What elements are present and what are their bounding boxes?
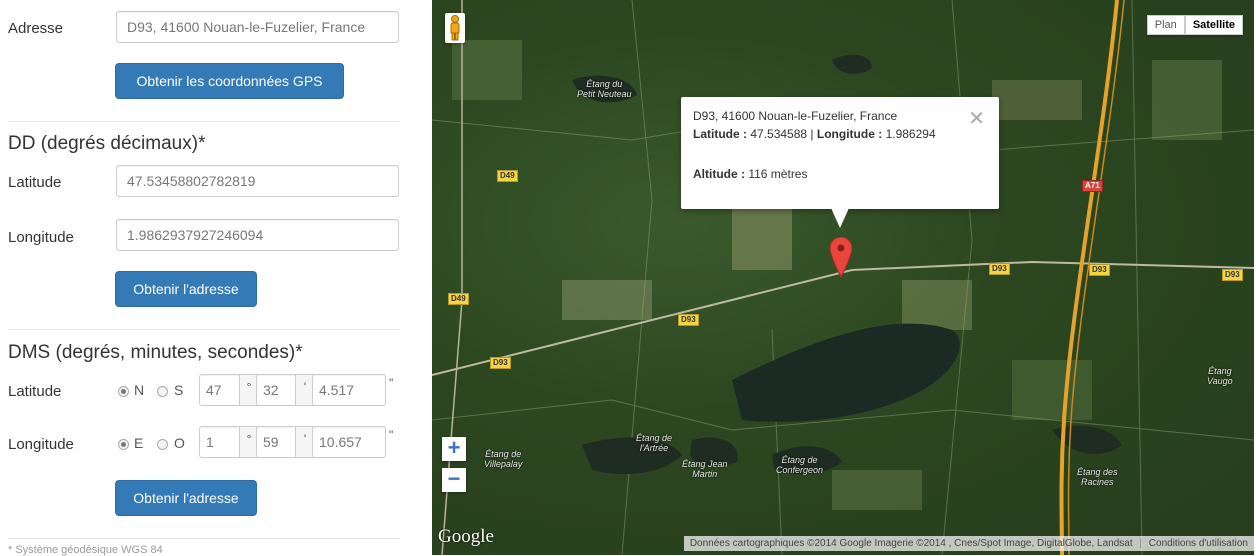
pegman-icon: [450, 15, 460, 41]
radio-north[interactable]: [118, 386, 129, 397]
info-coordinates: Latitude : 47.534588 | Longitude : 1.986…: [693, 127, 936, 141]
divider: [8, 121, 400, 122]
dd-get-address-button[interactable]: Obtenir l'adresse: [115, 271, 257, 307]
dms-latitude-seconds-input[interactable]: [312, 374, 386, 406]
dms-longitude-seconds-input[interactable]: [312, 426, 386, 458]
map-marker-icon[interactable]: [830, 237, 852, 277]
info-altitude: Altitude : 116 mètres: [693, 167, 807, 181]
zoom-out-button[interactable]: −: [442, 468, 466, 492]
road-label: A71: [1082, 180, 1103, 192]
street-view-pegman[interactable]: [445, 13, 465, 43]
zoom-in-button[interactable]: +: [442, 437, 466, 461]
dd-heading: DD (degrés décimaux)*: [8, 133, 206, 154]
divider: [8, 538, 400, 539]
radio-south[interactable]: [157, 386, 168, 397]
terms-link[interactable]: Conditions d'utilisation: [1149, 538, 1248, 549]
place-label: Étang de Villepalay: [484, 449, 523, 469]
dms-latitude-degrees-input[interactable]: [199, 374, 241, 406]
dms-longitude-degrees-input[interactable]: [199, 426, 241, 458]
road-label: D93: [490, 357, 511, 369]
info-address: D93, 41600 Nouan-le-Fuzelier, France: [693, 109, 898, 123]
info-separator: |: [810, 127, 814, 141]
close-icon[interactable]: ✕: [968, 106, 985, 131]
place-label: Étang de Confergeon: [776, 455, 824, 475]
divider: |: [1139, 538, 1143, 549]
lake: [732, 323, 960, 422]
divider: [8, 329, 400, 330]
info-altitude-label: Altitude :: [693, 167, 745, 181]
road-label: D93: [678, 314, 699, 326]
dd-longitude-label: Longitude: [8, 229, 74, 246]
second-unit: ": [389, 428, 394, 442]
info-window: D93, 41600 Nouan-le-Fuzelier, France Lat…: [681, 97, 999, 228]
place-label: Étang de l'Artrée: [636, 433, 673, 453]
field-patch: [902, 280, 972, 330]
radio-south-label: S: [174, 382, 184, 398]
info-latitude-value: 47.534588: [750, 127, 808, 141]
second-unit: ": [389, 376, 394, 390]
address-label: Adresse: [8, 20, 64, 37]
field-patch: [992, 80, 1082, 120]
get-gps-coordinates-button[interactable]: Obtenir les coordonnées GPS: [115, 63, 344, 99]
map-type-control: Plan Satellite: [1146, 15, 1243, 35]
field-patch: [562, 280, 652, 320]
place-label: Étang du Petit Neuteau: [577, 79, 632, 99]
road-label: D93: [1222, 269, 1243, 281]
place-label: Étang des Racines: [1077, 467, 1118, 487]
coordinates-form-panel: Adresse Obtenir les coordonnées GPS DD (…: [0, 0, 410, 556]
satellite-imagery: [432, 0, 1254, 555]
dd-latitude-label: Latitude: [8, 174, 62, 191]
map-type-satellite-button[interactable]: Satellite: [1184, 15, 1243, 35]
info-latitude-label: Latitude :: [693, 127, 747, 141]
place-label: Étang Vaugo: [1207, 366, 1233, 386]
map-type-plan-button[interactable]: Plan: [1146, 15, 1185, 35]
satellite-map[interactable]: Étang du Petit Neuteau Étang de Villepal…: [432, 0, 1254, 555]
footnote: * Système géodésique WGS 84: [8, 544, 163, 556]
radio-east-label: E: [134, 435, 144, 451]
dms-latitude-label: Latitude: [8, 383, 62, 400]
road-label: D49: [497, 170, 518, 182]
dms-get-address-button[interactable]: Obtenir l'adresse: [115, 480, 257, 516]
google-logo: Google: [438, 526, 494, 547]
dms-longitude-minutes-input[interactable]: [256, 426, 298, 458]
address-input[interactable]: [116, 11, 399, 43]
radio-west[interactable]: [157, 439, 168, 450]
dms-heading: DMS (degrés, minutes, secondes)*: [8, 342, 303, 363]
radio-west-label: O: [174, 435, 185, 451]
dms-longitude-label: Longitude: [8, 436, 74, 453]
road-label: D93: [989, 263, 1010, 275]
info-longitude-value: 1.986294: [885, 127, 936, 141]
road-label: D93: [1089, 264, 1110, 276]
road-label: D49: [448, 293, 469, 305]
dms-latitude-minutes-input[interactable]: [256, 374, 298, 406]
field-patch: [1012, 360, 1092, 420]
info-altitude-value: 116 mètres: [748, 167, 808, 181]
map-attribution: Données cartographiques ©2014 Google Ima…: [683, 536, 1254, 551]
dd-longitude-input[interactable]: [116, 219, 399, 251]
place-label: Étang Jean Martin: [682, 459, 728, 479]
field-patch: [732, 200, 792, 270]
radio-east[interactable]: [118, 439, 129, 450]
field-patch: [1152, 60, 1222, 140]
attribution-text: Données cartographiques ©2014 Google Ima…: [689, 538, 1133, 549]
info-longitude-label: Longitude :: [816, 127, 883, 141]
lake: [832, 54, 872, 74]
dd-latitude-input[interactable]: [116, 165, 399, 197]
info-window-pointer: [831, 208, 849, 228]
radio-north-label: N: [134, 382, 145, 398]
field-patch: [832, 470, 922, 510]
